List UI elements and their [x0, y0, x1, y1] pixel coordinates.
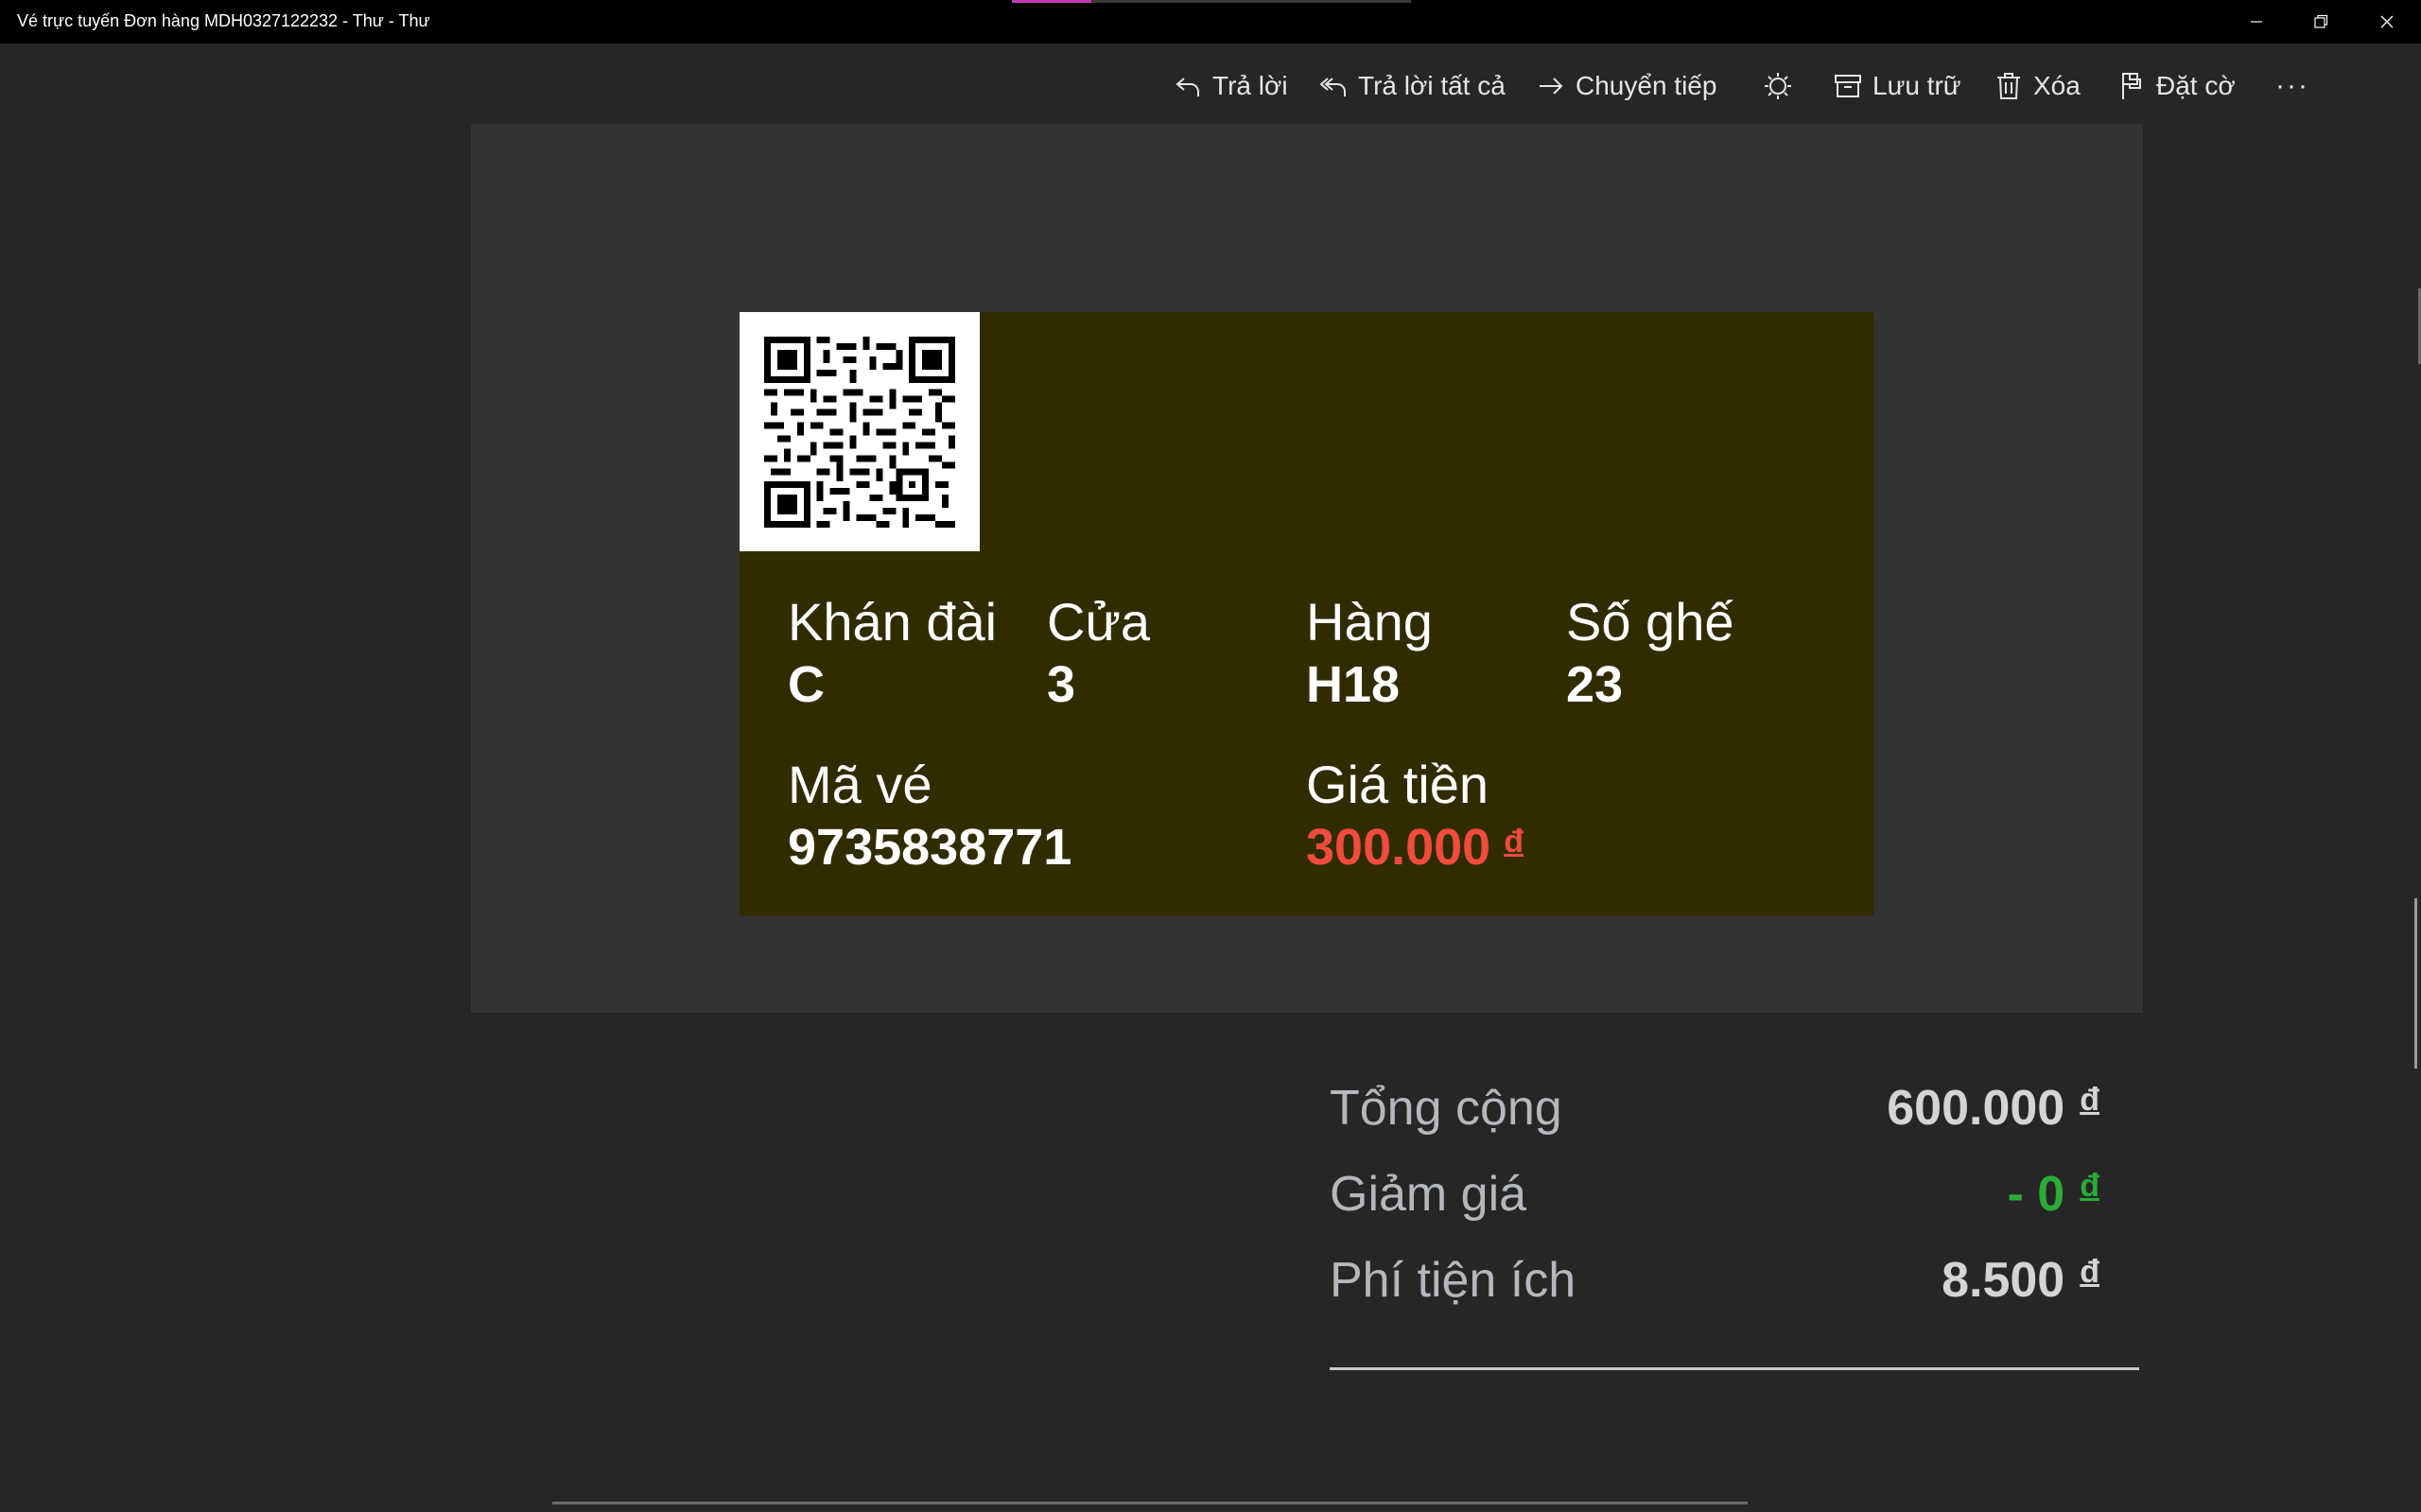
flag-button[interactable]: Đặt cờ	[2116, 62, 2236, 110]
total-currency: đ	[2080, 1082, 2099, 1118]
ticket-code-value: 9735838771	[788, 819, 1072, 876]
discount-amount: - 0 đ	[2008, 1170, 2099, 1219]
gate-value: 3	[1047, 656, 1076, 713]
fee-value: 8.500	[1942, 1253, 2065, 1308]
accent-strip-secondary	[1091, 0, 1411, 3]
close-icon	[2380, 15, 2394, 28]
title-bar: Vé trực tuyến Đơn hàng MDH0327122232 - T…	[0, 0, 2421, 43]
fee-label: Phí tiện ích	[1330, 1253, 1576, 1308]
qr-code	[740, 312, 980, 551]
price-value: 300.000	[1306, 819, 1491, 876]
forward-arrow-icon	[1540, 78, 1563, 95]
minimize-icon	[2251, 21, 2262, 23]
reply-button[interactable]: Trả lời	[1173, 62, 1288, 110]
reply-all-button[interactable]: Trả lời tất cả	[1318, 62, 1506, 110]
forward-button[interactable]: Chuyển tiếp	[1536, 62, 1716, 110]
accent-strip	[1012, 0, 1091, 3]
reply-icon	[1176, 78, 1199, 96]
vertical-scrollbar[interactable]	[2414, 898, 2417, 1069]
restore-icon	[2314, 14, 2328, 28]
seat-value: 23	[1566, 656, 1624, 713]
flag-icon	[2122, 73, 2141, 99]
discount-value: - 0	[2007, 1167, 2065, 1222]
window-title: Vé trực tuyến Đơn hàng MDH0327122232 - T…	[17, 11, 430, 30]
flag-label: Đặt cờ	[2156, 71, 2236, 100]
archive-button[interactable]: Lưu trữ	[1833, 62, 1961, 110]
close-button[interactable]	[2355, 0, 2419, 43]
ticket-code-label: Mã vé	[788, 755, 932, 814]
more-options-button[interactable]: ···	[2275, 62, 2309, 110]
discount-label: Giảm giá	[1330, 1167, 1527, 1222]
theme-toggle-button[interactable]	[1763, 62, 1793, 110]
archive-icon	[1835, 75, 1861, 97]
archive-label: Lưu trữ	[1872, 71, 1961, 100]
reply-all-label: Trả lời tất cả	[1358, 71, 1506, 100]
discount-currency: đ	[2080, 1168, 2099, 1204]
trash-icon	[1997, 73, 2020, 99]
footer-divider	[552, 1502, 1748, 1504]
fee-amount: 8.500 đ	[1942, 1256, 2099, 1305]
total-value: 600.000	[1887, 1081, 2065, 1136]
total-label: Tổng cộng	[1330, 1081, 1562, 1136]
gate-label: Cửa	[1047, 592, 1151, 652]
forward-label: Chuyển tiếp	[1576, 71, 1717, 100]
price-label: Giá tiền	[1306, 755, 1489, 814]
minimize-button[interactable]	[2224, 0, 2289, 43]
price-amount: 300.000 đ	[1306, 822, 1524, 873]
delete-label: Xóa	[2033, 71, 2081, 100]
restore-button[interactable]	[2289, 0, 2353, 43]
stand-value: C	[788, 656, 825, 713]
total-amount: 600.000 đ	[1887, 1084, 2099, 1133]
seat-label: Số ghế	[1566, 592, 1734, 652]
summary-divider	[1330, 1367, 2139, 1370]
more-options-icon: ···	[2275, 70, 2309, 101]
row-value: H18	[1306, 656, 1401, 713]
stand-label: Khán đài	[788, 592, 998, 652]
fee-currency: đ	[2080, 1254, 2099, 1290]
reply-all-icon	[1319, 78, 1346, 96]
delete-button[interactable]: Xóa	[1994, 62, 2081, 110]
price-currency: đ	[1504, 824, 1524, 860]
qr-code-icon	[764, 337, 955, 528]
reply-label: Trả lời	[1212, 71, 1288, 100]
sun-icon	[1765, 73, 1791, 99]
row-label: Hàng	[1306, 592, 1433, 652]
